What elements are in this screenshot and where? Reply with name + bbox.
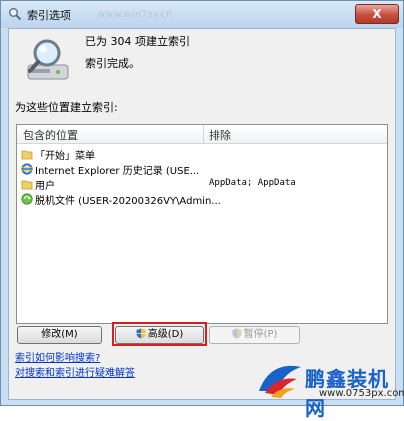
column-header-included[interactable]: 包含的位置 [23, 127, 78, 143]
offline-files-icon [21, 193, 33, 205]
location-exclude: AppData; AppData [209, 178, 296, 188]
troubleshoot-link[interactable]: 对搜索和索引进行疑难解答 [15, 364, 135, 379]
list-item[interactable]: 脱机文件 (USER-20200326VY\Admin... [17, 192, 387, 207]
how-indexing-affects-search-link[interactable]: 索引如何影响搜索? [15, 349, 100, 364]
pause-button: 暂停(P) [209, 326, 300, 344]
indexing-options-icon [9, 8, 22, 21]
uac-shield-icon [232, 328, 242, 339]
highlight-box [112, 322, 207, 346]
magnifier-drive-icon [27, 39, 69, 80]
column-header-exclude[interactable]: 排除 [209, 127, 231, 143]
location-name: 「开始」菜单 [35, 151, 95, 162]
close-button[interactable]: X [355, 4, 399, 24]
window-title: 索引选项 [27, 9, 71, 22]
ie-icon [21, 163, 33, 175]
list-header: 包含的位置 排除 [17, 125, 387, 144]
faint-watermark-text: www.win7sy.cn [97, 9, 173, 20]
folder-icon [21, 150, 33, 160]
location-name: Internet Explorer 历史记录 (USE... [35, 166, 200, 177]
location-name: 用户 [35, 181, 55, 192]
column-separator[interactable] [203, 125, 204, 143]
list-item[interactable]: 用户 AppData; AppData [17, 177, 387, 192]
modify-button[interactable]: 修改(M) [17, 326, 102, 344]
site-watermark: 鹏鑫装机网 www.0753px.com [253, 359, 404, 420]
pause-button-label: 暂停(P) [243, 329, 278, 340]
folder-icon [21, 180, 33, 190]
title-bar: 索引选项 www.win7sy.cn X [1, 1, 403, 28]
locations-label: 为这些位置建立索引: [15, 101, 118, 114]
location-name: 脱机文件 (USER-20200326VY\Admin... [35, 196, 221, 207]
list-item[interactable]: Internet Explorer 历史记录 (USE... [17, 162, 387, 177]
indexing-complete-text: 索引完成。 [85, 57, 140, 70]
indexing-options-window: 索引选项 www.win7sy.cn X 已为 304 项建立索引 索引完成。 … [0, 0, 404, 420]
index-locations-list[interactable]: 包含的位置 排除 「开始」菜单 Internet Explorer 历史记录 (… [16, 124, 388, 324]
list-item[interactable]: 「开始」菜单 [17, 147, 387, 162]
dialog-body: 已为 304 项建立索引 索引完成。 为这些位置建立索引: 包含的位置 排除 「… [8, 28, 396, 400]
indexed-count-text: 已为 304 项建立索引 [85, 35, 190, 48]
watermark-site: www.0753px.com [319, 388, 404, 399]
bird-logo-icon [259, 365, 301, 398]
